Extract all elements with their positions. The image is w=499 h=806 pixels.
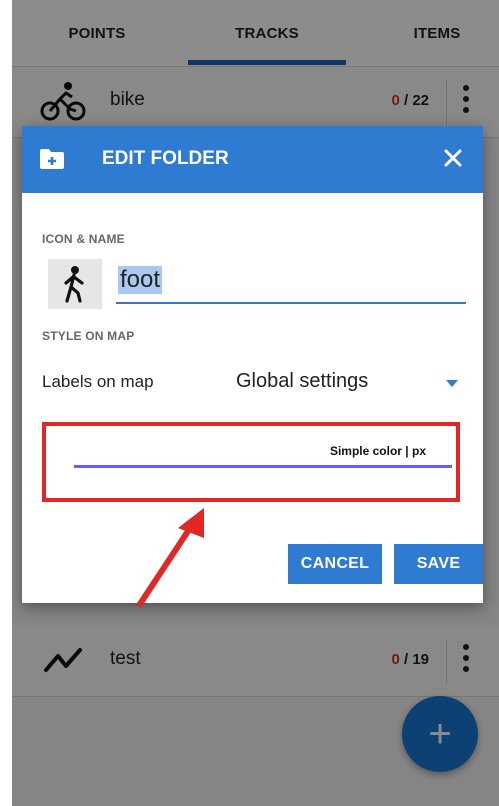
line-style-preview[interactable]: Simple color | px bbox=[42, 422, 460, 502]
labels-on-map-select[interactable]: Global settings bbox=[232, 366, 468, 400]
hiking-person-icon bbox=[64, 266, 84, 303]
dialog-header: EDIT FOLDER bbox=[22, 126, 483, 193]
folder-name-value: foot bbox=[118, 266, 163, 294]
save-button[interactable]: SAVE bbox=[394, 544, 483, 584]
app-screen: POINTS TRACKS ITEMS bike 0 / 22 test 0 /… bbox=[12, 0, 499, 806]
section-heading-icon-name: ICON & NAME bbox=[42, 232, 125, 246]
dialog-title: EDIT FOLDER bbox=[102, 148, 229, 169]
close-icon[interactable] bbox=[441, 146, 465, 170]
folder-icon-picker[interactable] bbox=[48, 259, 102, 309]
edit-folder-dialog: EDIT FOLDER ICON & NAME foot STYLE ON MA… bbox=[22, 126, 483, 603]
section-heading-style: STYLE ON MAP bbox=[42, 329, 135, 343]
folder-name-input[interactable] bbox=[116, 258, 466, 304]
labels-on-map-value: Global settings bbox=[236, 370, 369, 392]
cancel-button[interactable]: CANCEL bbox=[288, 544, 382, 584]
folder-add-icon bbox=[40, 149, 64, 169]
line-style-sample bbox=[74, 465, 452, 468]
annotation-arrow-icon bbox=[137, 508, 204, 607]
labels-on-map-label: Labels on map bbox=[42, 372, 154, 391]
dropdown-caret-icon bbox=[446, 380, 458, 387]
line-style-caption: Simple color | px bbox=[329, 444, 426, 458]
